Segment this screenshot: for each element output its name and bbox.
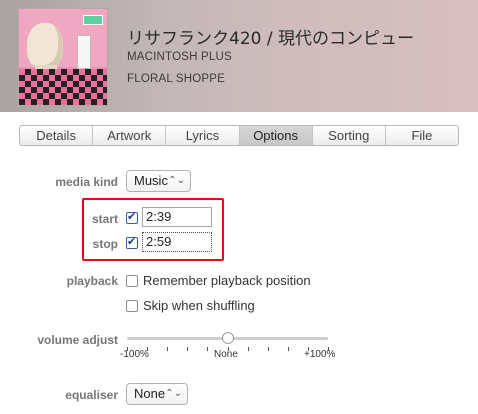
track-header: リサフランク420 / 現代のコンピュー MACINTOSH PLUS FLOR… [0, 0, 478, 112]
volume-tick [167, 347, 169, 351]
updown-chevron-icon: ⌃⌄ [165, 388, 182, 399]
volume-mid-label: None [214, 349, 238, 360]
updown-chevron-icon: ⌃⌄ [168, 175, 185, 186]
equaliser-value: None [134, 386, 166, 401]
artwork-statue-head [27, 23, 63, 69]
stop-checkbox[interactable] [126, 235, 138, 249]
equaliser-select[interactable]: None ⌃⌄ [126, 383, 188, 405]
volume-tick [267, 347, 269, 351]
stop-time-field[interactable]: 2:59 [142, 232, 212, 252]
volume-tick [247, 347, 249, 351]
album-artwork [18, 8, 108, 106]
media-kind-select[interactable]: Music ⌃⌄ [126, 170, 191, 192]
track-title: リサフランク420 / 現代のコンピュー [127, 29, 414, 49]
artwork-pillar [77, 35, 91, 69]
volume-max-label: +100% [304, 349, 336, 360]
start-label: start [91, 212, 118, 226]
skip-shuffle-checkbox[interactable] [126, 300, 138, 312]
remember-position-checkbox[interactable] [126, 275, 138, 287]
tab-sorting[interactable]: Sorting [313, 126, 386, 145]
playback-label: playback [66, 274, 118, 288]
tab-file[interactable]: File [386, 126, 458, 145]
info-tabs: Details Artwork Lyrics Options Sorting F… [19, 125, 459, 146]
volume-tick [187, 347, 189, 351]
start-checkbox[interactable] [126, 210, 138, 224]
track-album: FLORAL SHOPPE [127, 73, 226, 85]
skip-shuffle-text: Skip when shuffling [143, 298, 255, 313]
track-artist: MACINTOSH PLUS [127, 51, 232, 63]
media-kind-value: Music [134, 173, 168, 188]
media-kind-label: media kind [55, 175, 118, 189]
volume-tick [287, 347, 289, 351]
tab-artwork[interactable]: Artwork [93, 126, 167, 145]
remember-position-text: Remember playback position [143, 273, 311, 288]
volume-slider-knob[interactable] [219, 329, 236, 347]
volume-tick [207, 347, 209, 351]
equaliser-label: equaliser [65, 388, 118, 402]
tab-lyrics[interactable]: Lyrics [166, 126, 240, 145]
artwork-checkered-floor [19, 68, 107, 105]
start-time-field[interactable]: 2:39 [142, 207, 212, 227]
volume-min-label: -100% [120, 349, 149, 360]
artwork-stripe [83, 15, 103, 25]
stop-label: stop [92, 237, 118, 251]
volume-adjust-label: volume adjust [37, 333, 118, 347]
tab-details[interactable]: Details [20, 126, 94, 145]
tab-options[interactable]: Options [239, 126, 313, 145]
